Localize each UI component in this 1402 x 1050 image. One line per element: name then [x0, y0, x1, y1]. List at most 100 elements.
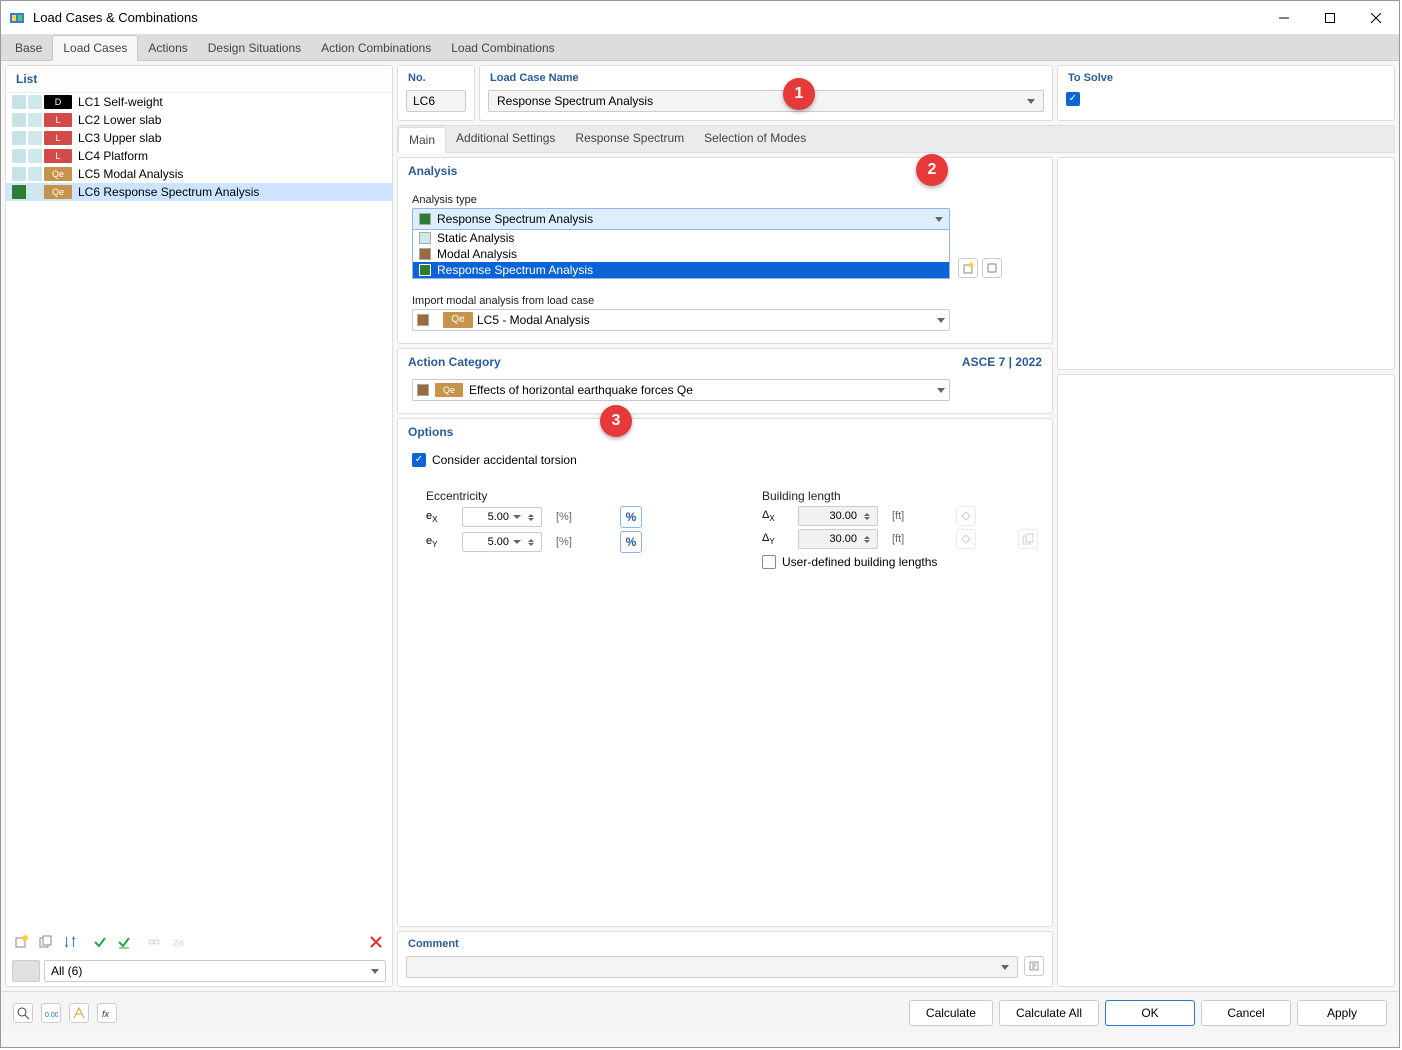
no-label: No.	[398, 66, 474, 86]
chevron-down-icon	[1001, 965, 1009, 970]
chevron-down-icon	[371, 969, 379, 974]
list-item[interactable]: QeLC6 Response Spectrum Analysis	[6, 183, 392, 201]
search-icon[interactable]	[13, 1003, 33, 1023]
list-item[interactable]: DLC1 Self-weight	[6, 93, 392, 111]
user-defined-lengths-checkbox[interactable]	[762, 555, 776, 569]
cancel-button[interactable]: Cancel	[1201, 1000, 1291, 1026]
no-field[interactable]: LC6	[406, 90, 466, 112]
solve-panel: To Solve	[1057, 65, 1395, 121]
link-icon[interactable]	[144, 932, 164, 952]
load-case-name-value: Response Spectrum Analysis	[497, 94, 653, 108]
pick-button-x[interactable]	[956, 506, 976, 526]
design-code: ASCE 7 | 2022	[962, 355, 1042, 369]
load-case-name-combo[interactable]: Response Spectrum Analysis	[488, 90, 1044, 112]
ex-unit: [%]	[556, 511, 578, 523]
check-green-icon[interactable]	[90, 932, 110, 952]
preview-top-panel	[1057, 157, 1395, 370]
action-category-combo[interactable]: Qe Effects of horizontal earthquake forc…	[412, 379, 950, 401]
chevron-down-icon	[513, 515, 521, 519]
list-item[interactable]: QeLC5 Modal Analysis	[6, 165, 392, 183]
no-panel: No. LC6	[397, 65, 475, 121]
percent-button-x[interactable]: %	[620, 506, 642, 528]
tab-design-situations[interactable]: Design Situations	[198, 36, 311, 60]
category-tag: Qe	[435, 383, 463, 397]
titlebar: Load Cases & Combinations	[1, 1, 1399, 35]
subtab-response-spectrum[interactable]: Response Spectrum	[565, 126, 694, 152]
dy-unit: [ft]	[892, 533, 914, 545]
tab-action-combinations[interactable]: Action Combinations	[311, 36, 441, 60]
model-icon[interactable]	[69, 1003, 89, 1023]
analysis-head: Analysis	[398, 158, 1052, 184]
tab-load-cases[interactable]: Load Cases	[52, 35, 138, 61]
subtab-main[interactable]: Main	[398, 127, 446, 153]
stats-icon[interactable]: 2/6	[168, 932, 188, 952]
ex-label: eX	[426, 510, 448, 524]
import-modal-value: LC5 - Modal Analysis	[477, 313, 590, 327]
settings-edit-icon[interactable]	[982, 258, 1002, 278]
import-row-swatch	[417, 314, 429, 326]
apply-button[interactable]: Apply	[1297, 1000, 1387, 1026]
name-label: Load Case Name	[480, 66, 1052, 86]
dx-label: ΔX	[762, 509, 784, 523]
analysis-type-label: Analysis type	[412, 194, 1038, 206]
action-category-section: Action Category ASCE 7 | 2022 Qe Effects…	[397, 348, 1053, 414]
percent-button-y[interactable]: %	[620, 531, 642, 553]
analysis-type-option[interactable]: Static Analysis	[413, 230, 949, 246]
subtab-additional[interactable]: Additional Settings	[446, 126, 565, 152]
to-solve-checkbox[interactable]	[1066, 92, 1080, 106]
consider-torsion-checkbox[interactable]	[412, 453, 426, 467]
maximize-button[interactable]	[1307, 2, 1353, 34]
tab-base[interactable]: Base	[5, 36, 52, 60]
tab-actions[interactable]: Actions	[138, 36, 197, 60]
minimize-button[interactable]	[1261, 2, 1307, 34]
ok-button[interactable]: OK	[1105, 1000, 1195, 1026]
dx-field[interactable]: 30.00	[798, 506, 878, 526]
delete-x-icon[interactable]	[366, 932, 386, 952]
analysis-type-option[interactable]: Response Spectrum Analysis	[413, 262, 949, 278]
new-icon[interactable]	[12, 932, 32, 952]
check-green2-icon[interactable]	[114, 932, 134, 952]
consider-torsion-label: Consider accidental torsion	[432, 453, 577, 467]
copy-icon[interactable]	[36, 932, 56, 952]
annotation-3: 3	[600, 405, 632, 437]
settings-new-icon[interactable]	[958, 258, 978, 278]
formula-icon[interactable]: fx	[97, 1003, 117, 1023]
building-length-head: Building length	[762, 489, 1038, 503]
solve-label: To Solve	[1058, 66, 1394, 86]
options-head: Options	[398, 419, 1052, 445]
ey-field[interactable]: 5.00	[462, 532, 542, 552]
subtab-selection-modes[interactable]: Selection of Modes	[694, 126, 816, 152]
list-item[interactable]: LLC3 Upper slab	[6, 129, 392, 147]
svg-text:2/6: 2/6	[173, 939, 185, 948]
list-item[interactable]: LLC4 Platform	[6, 147, 392, 165]
analysis-type-combo[interactable]: Response Spectrum Analysis	[412, 208, 950, 230]
ex-field[interactable]: 5.00	[462, 507, 542, 527]
sort-icon[interactable]	[60, 932, 80, 952]
dy-field[interactable]: 30.00	[798, 529, 878, 549]
options-section: Options Consider accidental torsion Ecce…	[397, 418, 1053, 927]
dx-unit: [ft]	[892, 510, 914, 522]
category-row-swatch	[417, 384, 429, 396]
preview-bottom-panel	[1057, 374, 1395, 987]
analysis-type-option[interactable]: Modal Analysis	[413, 246, 949, 262]
analysis-section: Analysis Analysis type Response Spectrum…	[397, 157, 1053, 344]
action-category-value: Effects of horizontal earthquake forces …	[469, 383, 693, 397]
calculate-button[interactable]: Calculate	[909, 1000, 993, 1026]
filter-select[interactable]: All (6)	[44, 960, 386, 982]
import-modal-combo[interactable]: Qe LC5 - Modal Analysis	[412, 309, 950, 331]
copy-lengths-icon[interactable]	[1018, 529, 1038, 549]
units-icon[interactable]: 0.00	[41, 1003, 61, 1023]
comment-edit-icon[interactable]	[1024, 956, 1044, 976]
list-header: List	[6, 66, 392, 93]
close-button[interactable]	[1353, 2, 1399, 34]
pick-button-y[interactable]	[956, 529, 976, 549]
calculate-all-button[interactable]: Calculate All	[999, 1000, 1099, 1026]
list-item[interactable]: LLC2 Lower slab	[6, 111, 392, 129]
analysis-type-value: Response Spectrum Analysis	[437, 212, 593, 226]
footer: 0.00 fx Calculate Calculate All OK Cance…	[1, 991, 1399, 1034]
comment-combo[interactable]	[406, 956, 1018, 978]
list-panel: List DLC1 Self-weightLLC2 Lower slabLLC3…	[5, 65, 393, 987]
chevron-down-icon	[937, 388, 945, 393]
annotation-1: 1	[783, 78, 815, 110]
tab-load-combinations[interactable]: Load Combinations	[441, 36, 564, 60]
